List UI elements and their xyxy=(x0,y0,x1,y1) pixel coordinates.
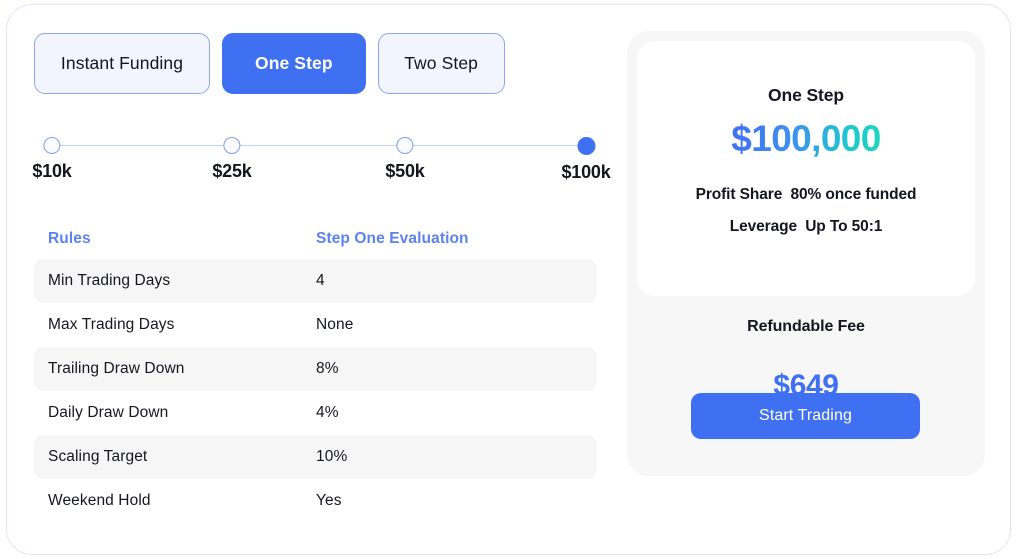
rule-name: Min Trading Days xyxy=(48,272,171,289)
column-header-rules: Rules xyxy=(48,230,91,247)
table-row: Daily Draw Down 4% xyxy=(34,391,597,435)
tab-instant-funding-label: Instant Funding xyxy=(60,53,184,73)
table-row: Scaling Target 10% xyxy=(34,435,597,479)
pricing-plan-screen: Instant Funding One Step Two Step $10k $… xyxy=(0,0,1017,559)
table-row: Trailing Draw Down 8% xyxy=(34,347,597,391)
column-header-evaluation: Step One Evaluation xyxy=(316,230,469,247)
profit-share-label: Profit Share xyxy=(695,186,783,203)
slider-track xyxy=(44,145,587,147)
rule-value: 4% xyxy=(316,404,339,421)
slider-stop-100k[interactable]: $100k xyxy=(561,137,611,183)
plan-type-tabs: Instant Funding One Step Two Step xyxy=(34,33,597,94)
slider-label-10k: $10k xyxy=(32,161,72,181)
table-row: Weekend Hold Yes xyxy=(34,479,597,523)
account-size-slider[interactable]: $10k $25k $50k $100k xyxy=(32,137,611,189)
tab-one-step[interactable]: One Step xyxy=(222,33,366,94)
rule-name: Daily Draw Down xyxy=(48,404,169,421)
slider-dot-50k[interactable] xyxy=(396,137,414,154)
tab-instant-funding[interactable]: Instant Funding xyxy=(34,33,210,94)
leverage-label: Leverage xyxy=(729,218,797,235)
table-row: Min Trading Days 4 xyxy=(34,259,597,303)
table-row: Max Trading Days None xyxy=(34,303,597,347)
tab-two-step[interactable]: Two Step xyxy=(377,33,505,94)
rule-name: Max Trading Days xyxy=(48,316,175,333)
rule-name: Scaling Target xyxy=(48,448,148,465)
slider-stop-50k[interactable]: $50k xyxy=(385,137,425,182)
refundable-fee-label: Refundable Fee xyxy=(747,318,865,335)
rule-name: Weekend Hold xyxy=(48,492,151,509)
left-column: Instant Funding One Step Two Step $10k $… xyxy=(32,33,611,523)
rules-table-header: Rules Step One Evaluation xyxy=(34,230,597,248)
start-trading-button[interactable]: Start Trading xyxy=(691,393,920,439)
rules-table: Rules Step One Evaluation Min Trading Da… xyxy=(34,230,597,523)
tab-one-step-label: One Step xyxy=(255,53,333,73)
plan-summary-card: One Step $100,000 Profit Share 80% once … xyxy=(637,41,975,296)
rule-value: Yes xyxy=(316,492,342,509)
leverage-value: Up To 50:1 xyxy=(805,218,883,235)
rule-name: Trailing Draw Down xyxy=(48,360,185,377)
tab-two-step-label: Two Step xyxy=(404,53,478,73)
plan-name: One Step xyxy=(767,85,845,105)
profit-share-row: Profit Share 80% once funded xyxy=(696,186,917,204)
rule-value: 4 xyxy=(316,272,325,289)
leverage-row: Leverage Up To 50:1 xyxy=(730,218,883,236)
plan-amount: $100,000 xyxy=(731,118,881,159)
rule-value: 10% xyxy=(316,448,348,465)
rule-value: 8% xyxy=(316,360,339,377)
profit-share-value: 80% once funded xyxy=(790,186,917,203)
slider-dot-10k[interactable] xyxy=(43,137,61,154)
slider-label-50k: $50k xyxy=(385,161,425,181)
slider-stop-10k[interactable]: $10k xyxy=(32,137,72,182)
rule-value: None xyxy=(316,316,354,333)
slider-stop-25k[interactable]: $25k xyxy=(212,137,252,182)
slider-label-25k: $25k xyxy=(212,161,252,181)
slider-label-100k: $100k xyxy=(561,162,611,182)
slider-dot-25k[interactable] xyxy=(223,137,241,154)
plan-summary-panel: One Step $100,000 Profit Share 80% once … xyxy=(627,31,985,476)
slider-dot-100k[interactable] xyxy=(577,137,595,155)
